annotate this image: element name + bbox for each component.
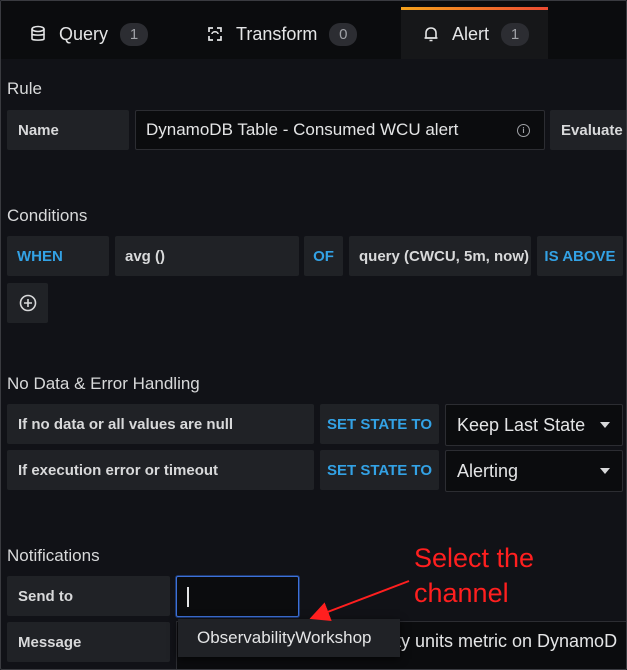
query-select[interactable]: query (CWCU, 5m, now) bbox=[349, 236, 531, 276]
chevron-down-icon bbox=[600, 468, 610, 474]
transform-icon bbox=[208, 27, 222, 41]
evaluate-label: Evaluate e bbox=[550, 110, 626, 150]
error-set-state-keyword: SET STATE TO bbox=[320, 450, 439, 490]
nodata-state-select[interactable]: Keep Last State bbox=[445, 404, 623, 446]
name-label: Name bbox=[7, 110, 129, 150]
error-state-select[interactable]: Alerting bbox=[445, 450, 623, 492]
annotation-arrow-icon bbox=[309, 580, 410, 622]
bell-icon bbox=[424, 27, 438, 42]
tab-query[interactable]: Query 1 bbox=[29, 9, 149, 59]
nodata-set-state-keyword: SET STATE TO bbox=[320, 404, 439, 444]
annotation-line-1: Select the bbox=[414, 543, 535, 573]
annotation-line-2: channel bbox=[414, 578, 509, 608]
send-to-label: Send to bbox=[7, 576, 170, 616]
annotation-text: Select the channel bbox=[414, 541, 534, 611]
database-icon bbox=[31, 25, 45, 41]
rule-name-value: DynamoDB Table - Consumed WCU alert bbox=[146, 120, 459, 139]
tab-transform[interactable]: Transform 0 bbox=[206, 9, 358, 59]
rule-section-title: Rule bbox=[7, 79, 42, 98]
of-keyword: OF bbox=[304, 236, 343, 276]
tab-alert[interactable]: Alert 1 bbox=[422, 9, 530, 59]
message-label: Message bbox=[7, 622, 170, 662]
error-state-value: Alerting bbox=[457, 460, 519, 481]
tab-query-count: 1 bbox=[120, 22, 149, 46]
notifications-section-title: Notifications bbox=[7, 546, 100, 565]
error-label: If execution error or timeout bbox=[7, 450, 314, 490]
reducer-select[interactable]: avg () bbox=[115, 236, 299, 276]
tab-query-label: Query bbox=[59, 23, 109, 44]
when-keyword: WHEN bbox=[7, 236, 109, 276]
tab-alert-label: Alert bbox=[452, 23, 490, 44]
editor-tabs: Query 1 Transform 0 Alert 1 bbox=[1, 1, 626, 59]
message-value: ty units metric on DynamoD bbox=[396, 631, 618, 651]
text-cursor bbox=[187, 587, 189, 607]
chevron-down-icon bbox=[600, 422, 610, 428]
nodata-state-value: Keep Last State bbox=[457, 414, 586, 435]
nodata-section-title: No Data & Error Handling bbox=[7, 374, 200, 393]
tab-transform-label: Transform bbox=[236, 23, 318, 44]
tab-transform-count: 0 bbox=[329, 22, 358, 46]
plus-circle-icon bbox=[19, 294, 37, 312]
info-icon: i bbox=[517, 124, 530, 137]
rule-name-input[interactable]: DynamoDB Table - Consumed WCU alert i bbox=[135, 110, 545, 150]
conditions-section-title: Conditions bbox=[7, 206, 88, 225]
send-to-input[interactable] bbox=[176, 576, 299, 617]
tab-alert-count: 1 bbox=[501, 22, 530, 46]
add-condition-button[interactable] bbox=[7, 283, 48, 323]
nodata-label: If no data or all values are null bbox=[7, 404, 314, 444]
evaluator-select[interactable]: IS ABOVE bbox=[537, 236, 623, 276]
alert-panel-editor: Query 1 Transform 0 Alert 1 Rule Name Dy… bbox=[0, 0, 627, 670]
